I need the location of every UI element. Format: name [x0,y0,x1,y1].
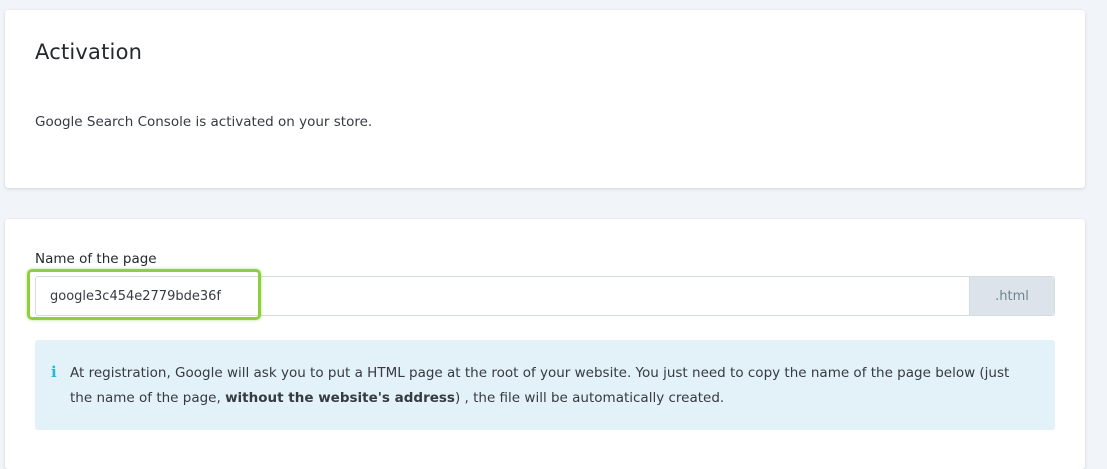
info-icon: i [51,363,57,381]
info-text-after: ) , the file will be automatically creat… [454,390,725,406]
activation-panel: Activation Google Search Console is acti… [5,10,1085,188]
info-alert: i At registration, Google will ask you t… [35,340,1055,430]
page-name-label: Name of the page [35,251,157,267]
page-name-input-group: .html [35,276,1055,316]
info-text-bold: without the website's address [225,390,455,406]
html-extension-addon: .html [969,277,1054,315]
activation-status-text: Google Search Console is activated on yo… [35,114,373,130]
panel-title: Activation [35,40,143,64]
settings-panel: Name of the page .html i At registration… [5,219,1085,469]
page-name-input[interactable] [36,277,969,315]
